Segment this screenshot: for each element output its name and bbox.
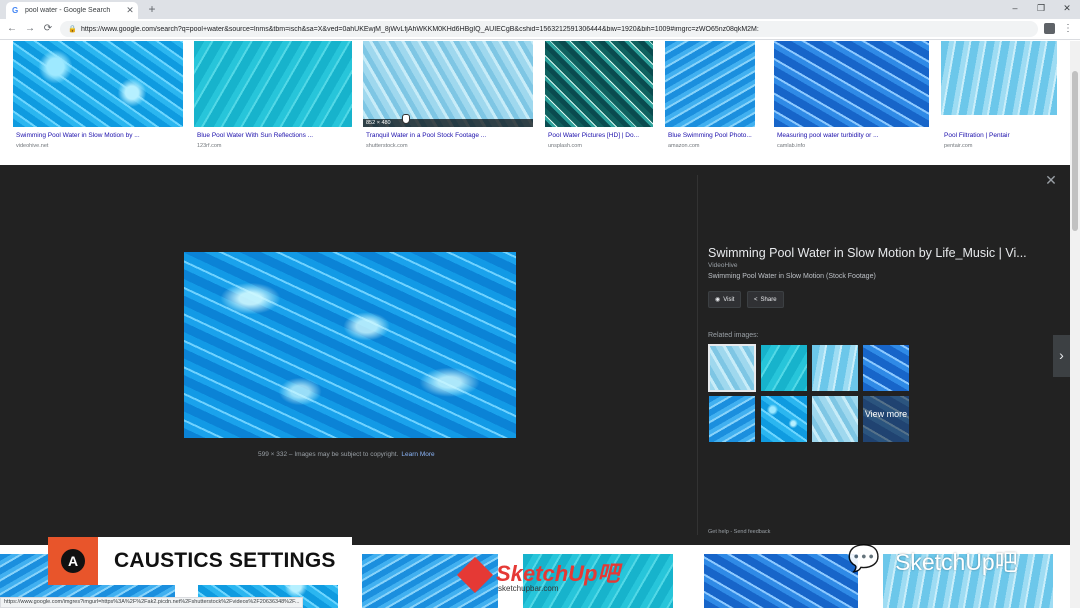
profile-icon[interactable] [1044,23,1055,34]
result-title[interactable]: Tranquil Water in a Pool Stock Footage .… [366,132,486,139]
wechat-icon: 💬 [847,543,881,573]
preview-image[interactable] [184,252,516,438]
copyright-notice: – Images may be subject to copyright. [287,451,399,458]
panel-divider [697,175,698,535]
related-image[interactable] [863,345,909,391]
forward-button[interactable]: → [22,21,38,37]
help-feedback-links[interactable]: Get help - Send feedback [708,529,770,535]
result-thumbnail[interactable]: 852 × 480 [363,41,533,127]
result-thumbnail[interactable] [13,41,183,127]
result-source: amazon.com [668,143,700,149]
result-title[interactable]: Measuring pool water turbidity or ... [777,132,879,139]
address-toolbar: ← → ⟳ 🔒 https://www.google.com/search?q=… [0,19,1080,40]
url-text: https://www.google.com/search?q=pool+wat… [81,25,759,33]
result-title[interactable]: Pool Filtration | Pentair [944,132,1010,139]
visit-button[interactable]: ◉ Visit [708,291,742,308]
result-source: videohive.net [16,143,49,149]
result-thumbnail[interactable] [665,41,755,127]
related-image[interactable] [812,396,858,442]
close-preview-icon[interactable]: ✕ [1044,173,1058,187]
visit-label: Visit [723,296,735,303]
result-source: shutterstock.com [366,143,408,149]
preview-description: Swimming Pool Water in Slow Motion (Stoc… [708,273,876,280]
result-source: unsplash.com [548,143,582,149]
result-source: pentair.com [944,143,973,149]
preview-caption: 599 × 332 – Images may be subject to cop… [258,451,435,458]
share-button[interactable]: < Share [747,291,784,308]
url-bar[interactable]: 🔒 https://www.google.com/search?q=pool+w… [60,21,1038,37]
window-close-button[interactable]: ✕ [1054,0,1080,19]
share-icon: < [754,296,758,303]
share-label: Share [760,296,777,303]
mouse-cursor-icon [402,114,410,124]
tab-strip: G pool water - Google Search ✕ + – ❐ ✕ [0,0,1080,19]
banner-title: CAUSTICS SETTINGS [114,549,336,572]
related-image[interactable] [708,344,756,392]
view-more-button[interactable]: View more [863,396,909,442]
minimize-button[interactable]: – [1002,0,1028,19]
result-source: 123rf.com [197,143,222,149]
result-thumbnail[interactable] [774,41,929,127]
restore-button[interactable]: ❐ [1028,0,1054,19]
dimensions-badge: 852 × 480 [363,119,533,127]
image-preview-panel: ✕ 599 × 332 – Images may be subject to c… [0,165,1070,545]
banner-logo-mark: A [61,549,85,573]
scrollbar-thumb[interactable] [1072,71,1078,231]
preview-source[interactable]: VideoHive [708,262,738,269]
new-tab-button[interactable]: + [145,1,159,17]
related-image[interactable] [812,345,858,391]
related-images-label: Related images: [708,332,759,339]
caustics-settings-banner: A CAUSTICS SETTINGS [48,537,352,585]
next-image-chevron-icon[interactable]: › [1053,335,1070,377]
related-image[interactable] [709,396,755,442]
result-title[interactable]: Swimming Pool Water in Slow Motion by ..… [16,132,140,139]
result-thumbnail[interactable] [545,41,653,127]
globe-icon: ◉ [715,297,721,303]
result-thumbnail[interactable] [704,554,858,608]
related-image[interactable]: View more [863,396,909,442]
tab-title: pool water - Google Search [25,7,111,14]
reload-button[interactable]: ⟳ [40,21,56,37]
result-source: camlab.info [777,143,806,149]
sketchup-logo-url: sketchupbar.com [498,584,559,593]
page-scrollbar[interactable] [1070,41,1080,608]
result-title[interactable]: Blue Pool Water With Sun Reflections ... [197,132,313,139]
google-favicon-icon: G [12,6,19,15]
learn-more-link[interactable]: Learn More [401,451,434,458]
related-image[interactable] [761,345,807,391]
banner-logo-icon: A [48,537,98,585]
back-button[interactable]: ← [4,21,20,37]
image-results-row: Swimming Pool Water in Slow Motion by ..… [0,41,1070,165]
preview-title[interactable]: Swimming Pool Water in Slow Motion by Li… [708,246,1027,260]
browser-tab[interactable]: G pool water - Google Search ✕ [6,2,138,19]
result-title[interactable]: Pool Water Pictures [HD] | Do... [548,132,639,139]
lock-icon: 🔒 [68,26,77,33]
menu-icon[interactable]: ⋮ [1062,21,1074,37]
sketchup-cube-icon [456,556,494,594]
watermark-text: SketchUp吧 [895,549,1018,575]
related-image[interactable] [761,396,807,442]
status-bar-url: https://www.google.com/imgres?imgurl=htt… [0,597,304,608]
tab-close-icon[interactable]: ✕ [125,5,135,16]
result-title[interactable]: Blue Swimming Pool Photo... [668,132,752,139]
image-dimensions: 599 × 332 [258,451,288,458]
result-thumbnail[interactable] [941,41,1057,115]
result-thumbnail[interactable] [194,41,352,127]
wechat-watermark: 💬 SketchUp吧 [843,539,1043,575]
sketchup-bar-logo: SketchUp吧 sketchupbar.com [456,556,624,596]
